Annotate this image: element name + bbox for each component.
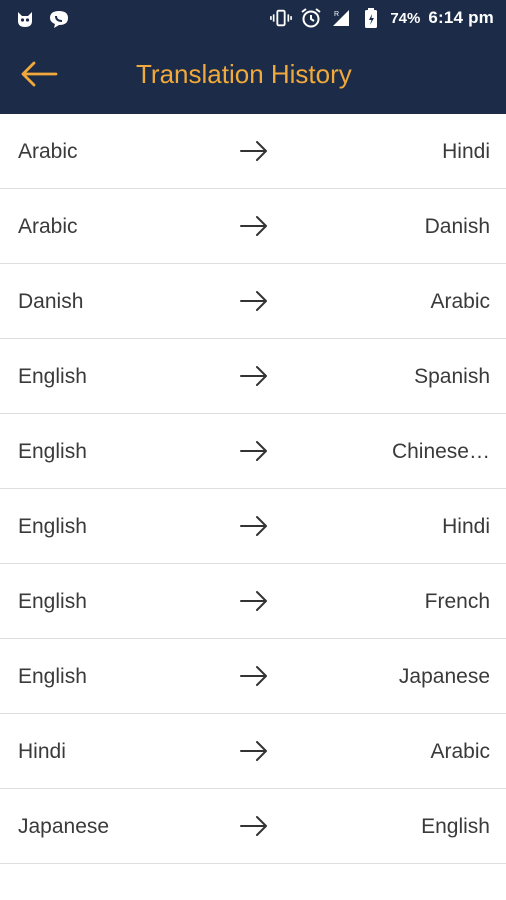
target-language: Spanish	[414, 365, 490, 388]
history-row[interactable]: English French	[0, 564, 506, 639]
arrow-right-icon	[239, 139, 269, 163]
vibrate-icon	[270, 6, 293, 30]
page-title: Translation History	[136, 59, 352, 89]
header: R 74% 6:14 pm Translation History	[0, 0, 506, 114]
clock-time: 6:14 pm	[428, 8, 494, 27]
source-language: Japanese	[18, 815, 110, 838]
history-row[interactable]: Japanese English	[0, 789, 506, 864]
target-language: French	[424, 590, 490, 613]
history-row[interactable]: Arabic Hindi	[0, 114, 506, 189]
back-button[interactable]	[16, 56, 62, 96]
history-row[interactable]: Danish Arabic	[0, 264, 506, 339]
history-row[interactable]: English Japanese	[0, 639, 506, 714]
history-row[interactable]: English Chinese…	[0, 414, 506, 489]
target-language: Chinese…	[391, 440, 490, 463]
arrow-right-icon	[239, 514, 269, 538]
target-language: English	[421, 815, 490, 838]
source-language: English	[18, 365, 87, 388]
cat-app-icon	[14, 7, 36, 31]
target-language: Hindi	[442, 140, 490, 163]
arrow-right-icon	[239, 814, 269, 838]
signal-icon: R	[330, 6, 352, 30]
arrow-right-icon	[239, 364, 269, 388]
source-language: English	[18, 590, 87, 613]
target-language: Japanese	[398, 665, 490, 688]
arrow-right-icon	[239, 289, 269, 313]
target-language: Arabic	[430, 740, 490, 763]
source-language: Danish	[18, 290, 84, 313]
history-row[interactable]: English Spanish	[0, 339, 506, 414]
chat-app-icon	[48, 7, 70, 31]
history-row[interactable]: Hindi Arabic	[0, 714, 506, 789]
history-row[interactable]: Arabic Danish	[0, 189, 506, 264]
source-language: English	[18, 440, 87, 463]
source-language: Arabic	[18, 215, 78, 238]
source-language: Hindi	[18, 740, 66, 763]
source-language: English	[18, 515, 87, 538]
arrow-right-icon	[239, 214, 269, 238]
battery-percent: 74%	[390, 9, 421, 27]
arrow-right-icon	[239, 589, 269, 613]
history-list: Arabic Hindi Arabic Danish Danish Arabic…	[0, 114, 506, 864]
arrow-right-icon	[239, 739, 269, 763]
history-row[interactable]: English Hindi	[0, 489, 506, 564]
arrow-left-icon	[20, 61, 58, 92]
battery-icon	[360, 6, 382, 30]
arrow-right-icon	[239, 664, 269, 688]
source-language: English	[18, 665, 87, 688]
app-bar: Translation History	[0, 40, 506, 114]
target-language: Arabic	[430, 290, 490, 313]
target-language: Hindi	[442, 515, 490, 538]
alarm-icon	[300, 6, 322, 30]
target-language: Danish	[424, 215, 490, 238]
arrow-right-icon	[239, 439, 269, 463]
status-bar: R 74% 6:14 pm	[0, 0, 506, 38]
svg-text:R: R	[334, 11, 339, 18]
source-language: Arabic	[18, 140, 78, 163]
